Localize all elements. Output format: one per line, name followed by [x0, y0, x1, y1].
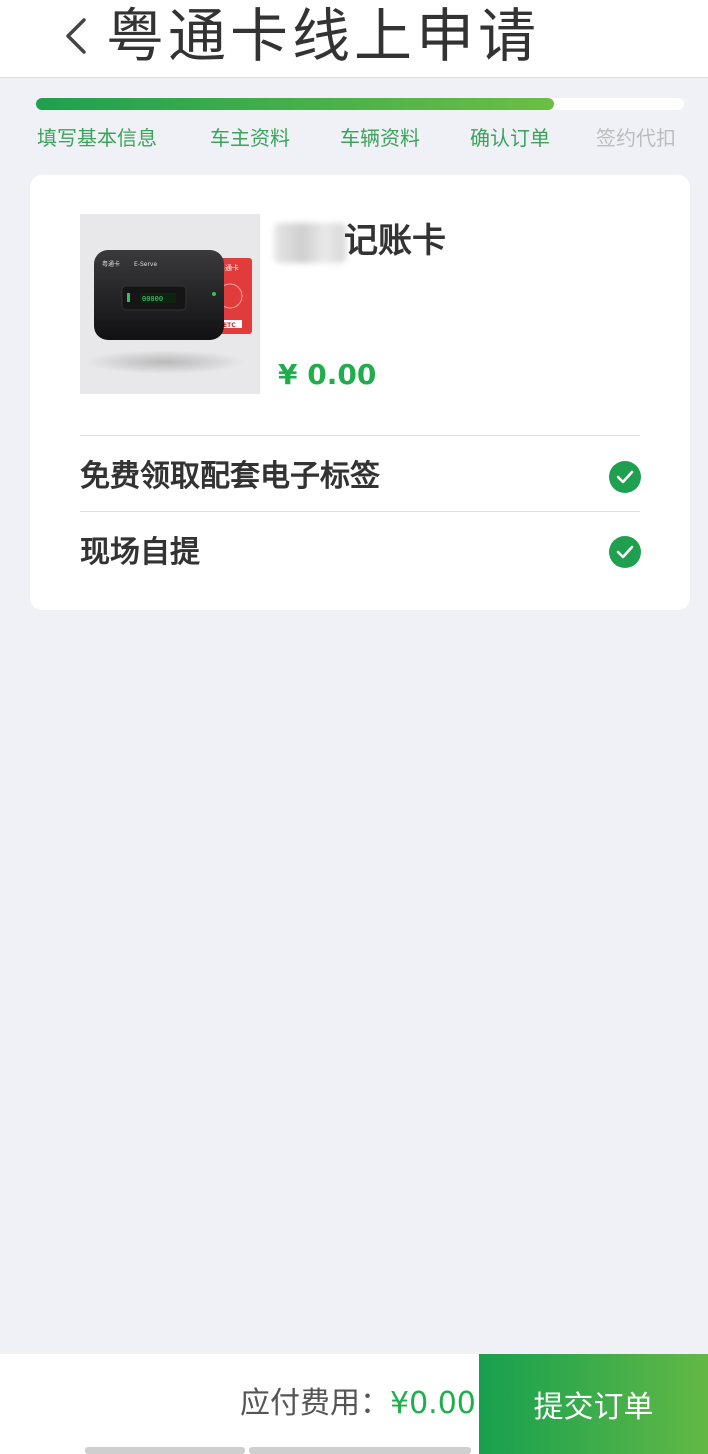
chevron-left-icon: [66, 18, 86, 54]
payable-amount: 应付费用：¥0.00: [240, 1384, 476, 1424]
option-self-pickup[interactable]: 现场自提: [80, 533, 200, 573]
etc-device-illustration: 粤通卡 ETC 粤通卡 E-Serve 00000: [85, 250, 252, 374]
step-vehicle-info: 车辆资料: [340, 126, 420, 150]
progress-track: [36, 98, 684, 110]
order-card: 粤通卡 ETC 粤通卡 E-Serve 00000 记账卡 ¥ 0.00 免费领…: [30, 175, 690, 610]
step-confirm-order: 确认订单: [470, 126, 550, 150]
home-indicator: [85, 1447, 245, 1454]
svg-text:00000: 00000: [142, 295, 163, 303]
divider: [80, 435, 640, 436]
svg-text:ETC: ETC: [223, 322, 236, 329]
product-name: 记账卡: [344, 221, 446, 261]
progress-fill: [36, 98, 555, 110]
step-basic-info: 填写基本信息: [37, 126, 157, 150]
product-image: 粤通卡 ETC 粤通卡 E-Serve 00000: [80, 214, 260, 394]
svg-text:E-Serve: E-Serve: [134, 261, 157, 268]
check-circle-icon[interactable]: [609, 461, 641, 493]
option-free-etc-tag[interactable]: 免费领取配套电子标签: [80, 457, 380, 497]
product-price: ¥ 0.00: [278, 358, 377, 391]
progress-steps: 填写基本信息 车主资料 车辆资料 确认订单 签约代扣: [0, 124, 708, 154]
payable-label: 应付费用：: [240, 1386, 390, 1421]
home-indicator: [249, 1447, 471, 1454]
back-button[interactable]: [52, 10, 100, 62]
step-owner-info: 车主资料: [210, 126, 290, 150]
page-title: 粤通卡线上申请: [106, 2, 541, 70]
check-circle-icon[interactable]: [609, 536, 641, 568]
submit-order-button[interactable]: 提交订单: [479, 1354, 708, 1454]
step-sign-debit: 签约代扣: [596, 126, 676, 150]
bottom-bar: 应付费用：¥0.00 提交订单: [0, 1354, 708, 1454]
top-bar: 粤通卡线上申请: [0, 0, 708, 78]
divider: [80, 511, 640, 512]
payable-value: ¥0.00: [390, 1386, 476, 1421]
svg-text:粤通卡: 粤通卡: [102, 260, 120, 268]
